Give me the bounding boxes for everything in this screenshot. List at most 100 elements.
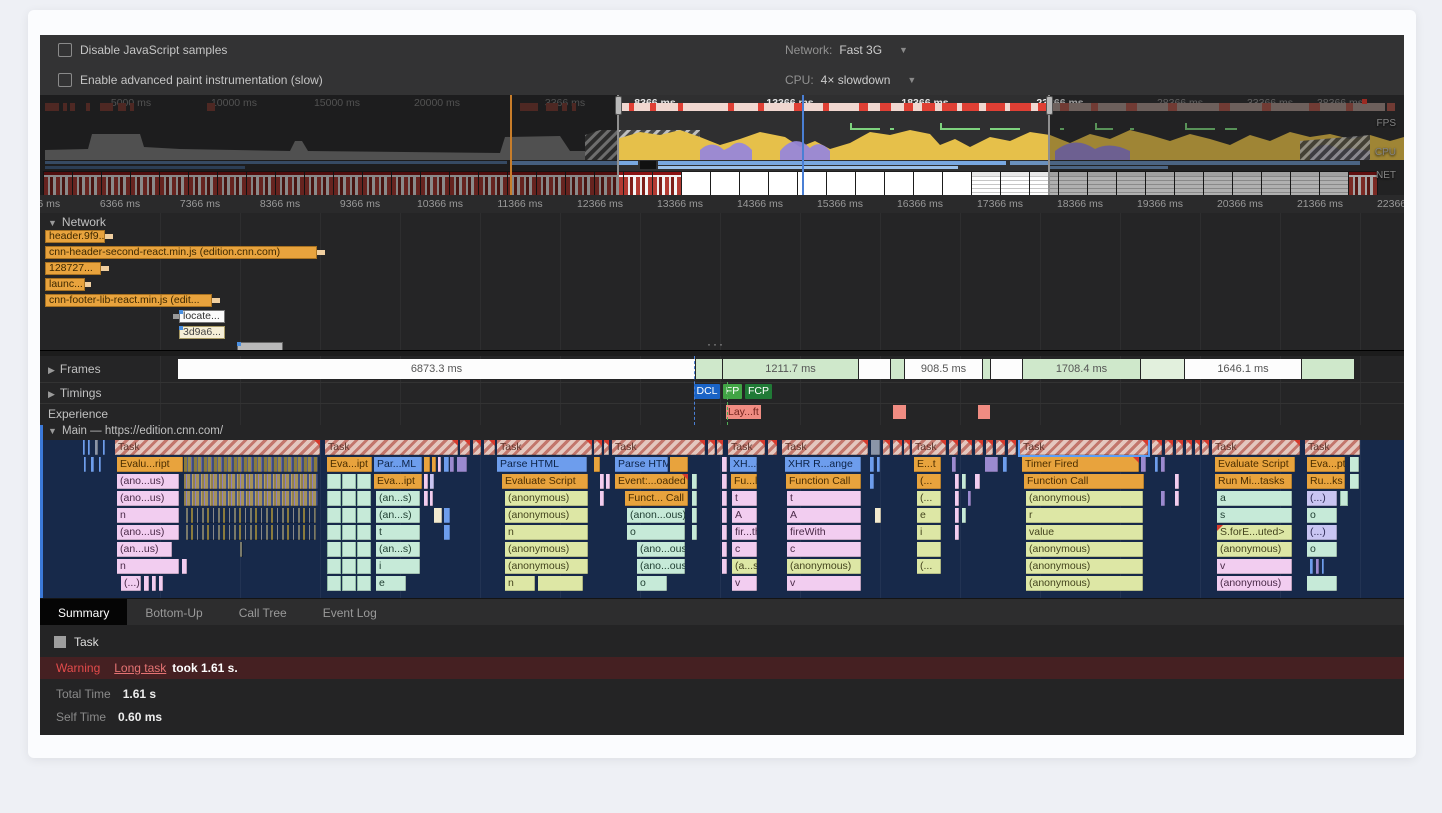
flame-bar[interactable] [357,491,371,506]
network-request-bar[interactable]: header.9f9... [45,230,105,243]
flame-bar-evaluate-script[interactable]: Evaluate Script [502,474,588,489]
flame-bar[interactable] [424,457,430,472]
filmstrip-thumbnail[interactable] [856,172,884,195]
flame-bar-task[interactable]: Task [115,440,320,455]
flame-bar[interactable] [327,542,341,557]
network-request-bar[interactable]: locate... [179,310,225,323]
flame-bar[interactable] [604,440,609,455]
flame-bar-task[interactable]: Task [325,440,458,455]
network-request-bar[interactable]: cnn-footer-lib-react.min.js (edit... [45,294,212,307]
flame-bar[interactable] [1175,474,1179,489]
flame-bar[interactable] [327,559,341,574]
flame-bar-evalu-ript[interactable]: Evalu...ript [117,457,183,472]
flame-bar[interactable] [692,508,697,523]
flame-bar-e[interactable]: e [376,576,406,591]
flame-bar[interactable] [883,440,890,455]
flame-bar[interactable] [722,542,727,557]
flame-bar[interactable] [1340,491,1348,506]
flame-bar[interactable] [917,542,941,557]
flame-bar[interactable] [1202,440,1209,455]
network-throttle-select[interactable]: Fast 3G [839,43,882,57]
flame-bar[interactable] [444,457,449,472]
flame-bar-task[interactable]: Task [1212,440,1300,455]
flame-bar-o[interactable]: o [1307,542,1337,557]
flame-bar[interactable] [91,457,94,472]
flame-bar[interactable] [996,440,1005,455]
flame-bar--ano-ous-[interactable]: (ano...ous) [637,559,685,574]
frame-segment[interactable]: 6873.3 ms [178,359,695,379]
flame-bar[interactable] [594,440,602,455]
flame-bar-xhr-r-ange[interactable]: XHR R...ange [785,457,861,472]
flame-bar-o[interactable]: o [1307,508,1337,523]
flame-bar[interactable] [1161,457,1165,472]
flame-bar[interactable] [450,457,454,472]
flame-bar[interactable] [1141,457,1146,472]
flame-bar--anonymous-[interactable]: (anonymous) [1217,576,1292,591]
disable-js-samples-checkbox[interactable] [58,43,72,57]
flame-bar--a-s-[interactable]: (a...s) [732,559,757,574]
filmstrip-thumbnail[interactable] [769,172,797,195]
flame-bar[interactable] [1003,457,1007,472]
flame-bar-run-mi-tasks[interactable]: Run Mi...tasks [1215,474,1292,489]
flame-bar-e[interactable]: e [917,508,941,523]
flame-bar[interactable] [722,525,727,540]
filmstrip-thumbnail[interactable] [943,172,971,195]
filmstrip-thumbnail[interactable] [711,172,739,195]
flame-bar--[interactable]: (... [917,474,941,489]
frame-segment[interactable] [696,359,722,379]
flame-bar[interactable] [975,474,980,489]
flame-bar--anonymous-[interactable]: (anonymous) [1026,542,1143,557]
flame-bar-a[interactable]: a [1217,491,1292,506]
flame-bar[interactable] [342,525,356,540]
flame-bar-r[interactable]: r [1026,508,1143,523]
flame-bar[interactable] [717,440,723,455]
flame-bar[interactable] [342,542,356,557]
frame-segment[interactable] [891,359,904,379]
flame-bar-o[interactable]: o [637,576,667,591]
flame-bar[interactable] [871,440,880,455]
flame-bar-e-t[interactable]: E...t [914,457,941,472]
network-request-bar[interactable]: 3d9a6... [179,326,225,339]
layout-shift-marker[interactable] [893,405,906,419]
flame-bar[interactable] [1350,457,1359,472]
flame-bar[interactable] [722,559,727,574]
tab-summary[interactable]: Summary [40,599,127,626]
flame-bar-n[interactable]: n [505,576,535,591]
collapse-triangle-icon[interactable]: ▼ [48,426,57,436]
flame-bar[interactable] [877,457,880,472]
flame-bar[interactable] [722,457,727,472]
flame-bar--ano-us-[interactable]: (ano...us) [117,525,179,540]
flame-bar-eva-ipt[interactable]: Eva...ipt [374,474,422,489]
flame-bar[interactable] [438,457,441,472]
flame-bar[interactable] [144,576,149,591]
flame-bar--anon-ous-[interactable]: (anon...ous) [627,508,685,523]
flame-bar[interactable] [952,457,956,472]
selection-handle-left-grip[interactable] [615,96,622,115]
flame-bar-task[interactable]: Task [497,440,592,455]
flame-bar-ru-ks[interactable]: Ru...ks [1307,474,1345,489]
flame-bar[interactable] [434,508,442,523]
flame-bar[interactable] [327,525,341,540]
flame-bar[interactable] [357,508,371,523]
main-flame-chart[interactable]: TaskTaskTaskTaskTaskTaskTaskTaskTaskTask… [40,440,1404,598]
flame-bar-task[interactable]: Task [1305,440,1360,455]
advanced-paint-checkbox[interactable] [58,73,72,87]
flame-bar--anonymous-[interactable]: (anonymous) [505,508,588,523]
layout-shift-marker[interactable] [978,405,990,419]
flame-bar--anonymous-[interactable]: (anonymous) [1026,559,1143,574]
chevron-down-icon[interactable]: ▼ [907,75,916,85]
frame-segment[interactable] [859,359,890,379]
frame-segment[interactable]: 1646.1 ms [1185,359,1301,379]
flame-bar[interactable] [424,491,428,506]
tab-call-tree[interactable]: Call Tree [221,599,305,626]
flame-bar[interactable] [327,474,341,489]
flame-bar[interactable] [870,474,874,489]
flame-bar-n[interactable]: n [117,508,179,523]
flame-bar[interactable] [670,457,688,472]
flame-bar-a[interactable]: A [787,508,861,523]
flame-bar-i[interactable]: i [376,559,420,574]
flame-bar-i[interactable]: i [917,525,941,540]
frame-segment[interactable]: 908.5 ms [905,359,982,379]
flame-bar[interactable] [1161,491,1165,506]
flame-bar-parse-html[interactable]: Parse HTML [615,457,668,472]
